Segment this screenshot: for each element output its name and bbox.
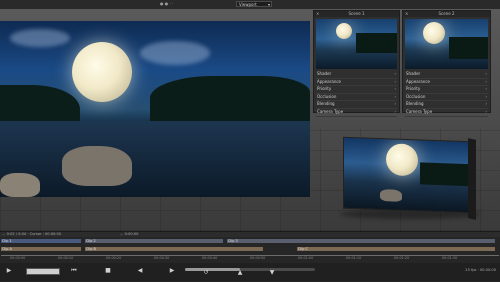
panel-thumbnail[interactable] (316, 19, 397, 69)
timeline-header: ... 0:02 / 0:04 · Cursor : 00:00:00 ... … (0, 232, 500, 237)
step-back-icon[interactable]: ◀ (136, 267, 144, 275)
moon (386, 143, 418, 177)
window-title: ● ● · · (160, 1, 174, 6)
scene-stage[interactable]: × Scene 1 Shader › Appearance › Priority › … (0, 9, 500, 231)
property-list: Shader › Appearance › Priority › Occlusion ›… (316, 71, 397, 117)
chevron-right-icon: › (485, 86, 487, 92)
chevron-right-icon: › (485, 101, 487, 107)
loop-icon[interactable]: ↺ (202, 269, 210, 277)
track-1: Clip 1 Clip 2 Clip 3 (0, 238, 500, 244)
chevron-right-icon: › (485, 108, 487, 114)
property-row[interactable]: Priority › (316, 86, 397, 94)
viewport-dropdown-value: Viewport (239, 2, 257, 7)
timeline-clip[interactable]: Clip 2 (84, 238, 224, 244)
chevron-right-icon: › (394, 86, 396, 92)
main-viewport[interactable] (0, 21, 310, 197)
step-forward-icon[interactable]: ▶ (168, 267, 176, 275)
panel-header: × Scene 1 (314, 11, 399, 17)
rock (380, 189, 402, 202)
moon (72, 42, 132, 102)
chevron-right-icon: › (394, 78, 396, 84)
stop-icon[interactable]: ■ (104, 267, 112, 275)
scene-panel-1[interactable]: × Scene 1 Shader › Appearance › Priority › … (313, 10, 400, 117)
chevron-right-icon: › (485, 71, 487, 76)
property-row[interactable]: Occlusion › (316, 94, 397, 102)
chevron-right-icon: › (394, 101, 396, 107)
standee-edge (468, 138, 476, 220)
forest (356, 33, 397, 53)
scene-panel-2[interactable]: × Scene 2 Shader › Appearance › Priority › … (402, 10, 491, 117)
property-row[interactable]: Appearance › (405, 79, 488, 87)
timeline-clip[interactable]: Clip 3 (226, 238, 496, 244)
marker-up-icon[interactable]: ▲ (236, 269, 244, 277)
lake (0, 121, 310, 197)
chevron-right-icon: › (394, 93, 396, 99)
cloud (10, 29, 70, 47)
property-row[interactable]: Shader › (316, 71, 397, 79)
panel-header: × Scene 2 (403, 11, 490, 17)
property-row[interactable]: Shader › (405, 71, 488, 79)
timeline-clip[interactable]: Clip 1 (0, 238, 82, 244)
chevron-right-icon: › (485, 93, 487, 99)
moon (423, 22, 445, 44)
panel-title: Scene 1 (348, 11, 365, 16)
forest (0, 85, 80, 125)
property-row[interactable]: Appearance › (316, 79, 397, 87)
fps-readout: 25 fps · 00:00:00 (465, 268, 496, 272)
marker-down-icon[interactable]: ▼ (268, 269, 276, 277)
property-row[interactable]: Blending › (405, 101, 488, 109)
close-icon[interactable]: × (405, 11, 408, 17)
timeline-clip[interactable]: Clip A (0, 246, 82, 252)
track-2: Clip A Clip B Clip C (0, 246, 500, 252)
scene-standee[interactable] (343, 136, 472, 214)
transport-bar: ▶ ⏮ ■ ◀ ▶ ↺ ▲ ▼ 25 fps · 00:00:00 (0, 263, 500, 281)
chevron-right-icon: › (485, 78, 487, 84)
property-row[interactable]: Priority › (405, 86, 488, 94)
rock (62, 146, 132, 186)
property-row[interactable]: Blending › (316, 101, 397, 109)
timeline-clip[interactable]: Clip B (84, 246, 264, 252)
panel-title: Scene 2 (438, 11, 455, 16)
cloud (140, 41, 210, 65)
viewport-dropdown[interactable]: Viewport ▾ (236, 1, 272, 7)
chevron-right-icon: › (394, 108, 396, 114)
moon (336, 23, 352, 39)
property-row[interactable]: Camera Type › (405, 109, 488, 117)
forest (420, 162, 471, 187)
close-icon[interactable]: × (316, 11, 319, 17)
timecode-field[interactable] (26, 268, 60, 275)
panel-thumbnail[interactable] (405, 19, 488, 69)
property-list: Shader › Appearance › Priority › Occlusion ›… (405, 71, 488, 117)
property-row[interactable]: Camera Type › (316, 109, 397, 117)
timeline-clip[interactable]: Clip C (296, 246, 496, 252)
time-ruler: 00:00:00 00:00:10 00:00:20 00:00:30 00:0… (10, 256, 458, 260)
chevron-down-icon: ▾ (267, 2, 270, 7)
skip-start-icon[interactable]: ⏮ (70, 267, 78, 275)
chevron-right-icon: › (394, 71, 396, 76)
play-icon[interactable]: ▶ (5, 267, 13, 275)
property-row[interactable]: Occlusion › (405, 94, 488, 102)
forest (449, 37, 488, 59)
scrubber-fill (185, 268, 240, 271)
rock (0, 173, 40, 197)
